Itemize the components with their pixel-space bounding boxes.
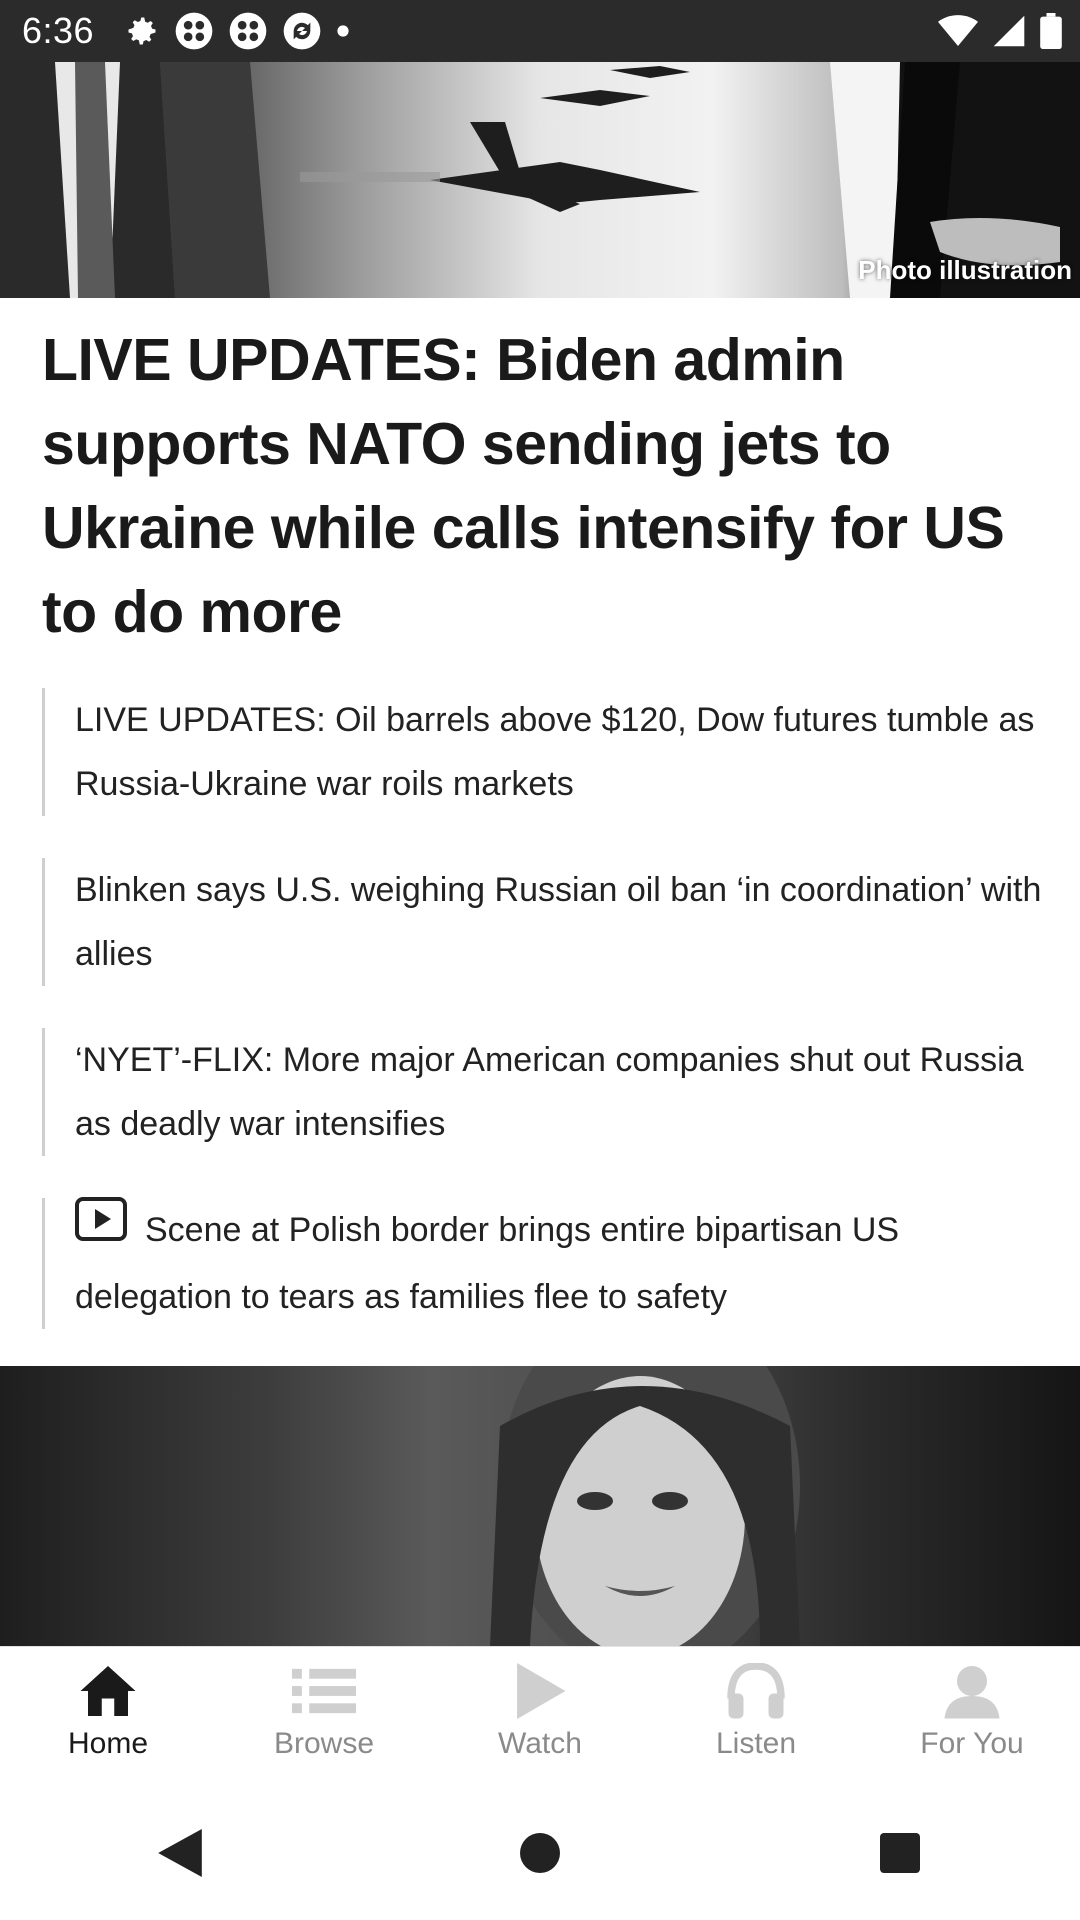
wifi-icon: [938, 15, 978, 46]
battery-icon: [1040, 13, 1062, 49]
nav-browse[interactable]: Browse: [216, 1647, 432, 1787]
nav-home[interactable]: Home: [0, 1647, 216, 1787]
nav-listen[interactable]: Listen: [648, 1647, 864, 1787]
play-icon: [517, 1663, 566, 1719]
hero-image[interactable]: Photo illustration: [0, 62, 1080, 298]
related-story-text: Scene at Polish border brings entire bip…: [75, 1211, 900, 1316]
related-story[interactable]: Blinken says U.S. weighing Russian oil b…: [42, 858, 1042, 986]
status-time: 6:36: [22, 10, 95, 51]
person-icon: [944, 1666, 1000, 1719]
video-play-icon: [75, 1196, 127, 1262]
list-icon: [292, 1668, 356, 1714]
signal-icon: [993, 15, 1025, 47]
nav-watch[interactable]: Watch: [432, 1647, 648, 1787]
related-stories: LIVE UPDATES: Oil barrels above $120, Do…: [42, 688, 1042, 1371]
nav-label: For You: [920, 1727, 1024, 1760]
recents-button[interactable]: [860, 1813, 940, 1893]
system-nav-bar: [0, 1786, 1080, 1920]
recents-icon: [880, 1833, 920, 1873]
related-story[interactable]: ‘NYET’-FLIX: More major American compani…: [42, 1028, 1042, 1156]
related-story-text: LIVE UPDATES: Oil barrels above $120, Do…: [75, 701, 1035, 803]
home-button[interactable]: [500, 1813, 580, 1893]
related-story-text: Blinken says U.S. weighing Russian oil b…: [75, 871, 1042, 973]
home-icon: [80, 1666, 136, 1716]
app-icon: [175, 12, 213, 50]
home-circle-icon: [520, 1833, 560, 1873]
gear-icon: [128, 17, 156, 45]
hero-caption: Photo illustration: [858, 255, 1072, 285]
bottom-nav: Home Browse Watch Listen For You: [0, 1646, 1080, 1787]
app-icon: [229, 12, 267, 50]
related-story[interactable]: LIVE UPDATES: Oil barrels above $120, Do…: [42, 688, 1042, 816]
nav-label: Browse: [273, 1727, 375, 1760]
nav-label: Home: [67, 1727, 149, 1760]
back-button[interactable]: [140, 1813, 220, 1893]
nav-label: Listen: [715, 1727, 797, 1760]
sync-icon: [283, 12, 321, 50]
story-photo[interactable]: [0, 1366, 1080, 1646]
related-story-text: ‘NYET’-FLIX: More major American compani…: [75, 1041, 1024, 1143]
nav-for-you[interactable]: For You: [864, 1647, 1080, 1787]
article-headline[interactable]: LIVE UPDATES: Biden admin supports NATO …: [42, 318, 1042, 654]
story-photo-illustration: [490, 1366, 800, 1646]
dot-icon: [337, 25, 349, 37]
related-story-video[interactable]: Scene at Polish border brings entire bip…: [42, 1196, 1042, 1329]
nav-label: Watch: [498, 1727, 582, 1760]
back-icon: [158, 1829, 202, 1877]
status-bar: 6:36: [0, 0, 1080, 62]
headphones-icon: [727, 1663, 785, 1719]
